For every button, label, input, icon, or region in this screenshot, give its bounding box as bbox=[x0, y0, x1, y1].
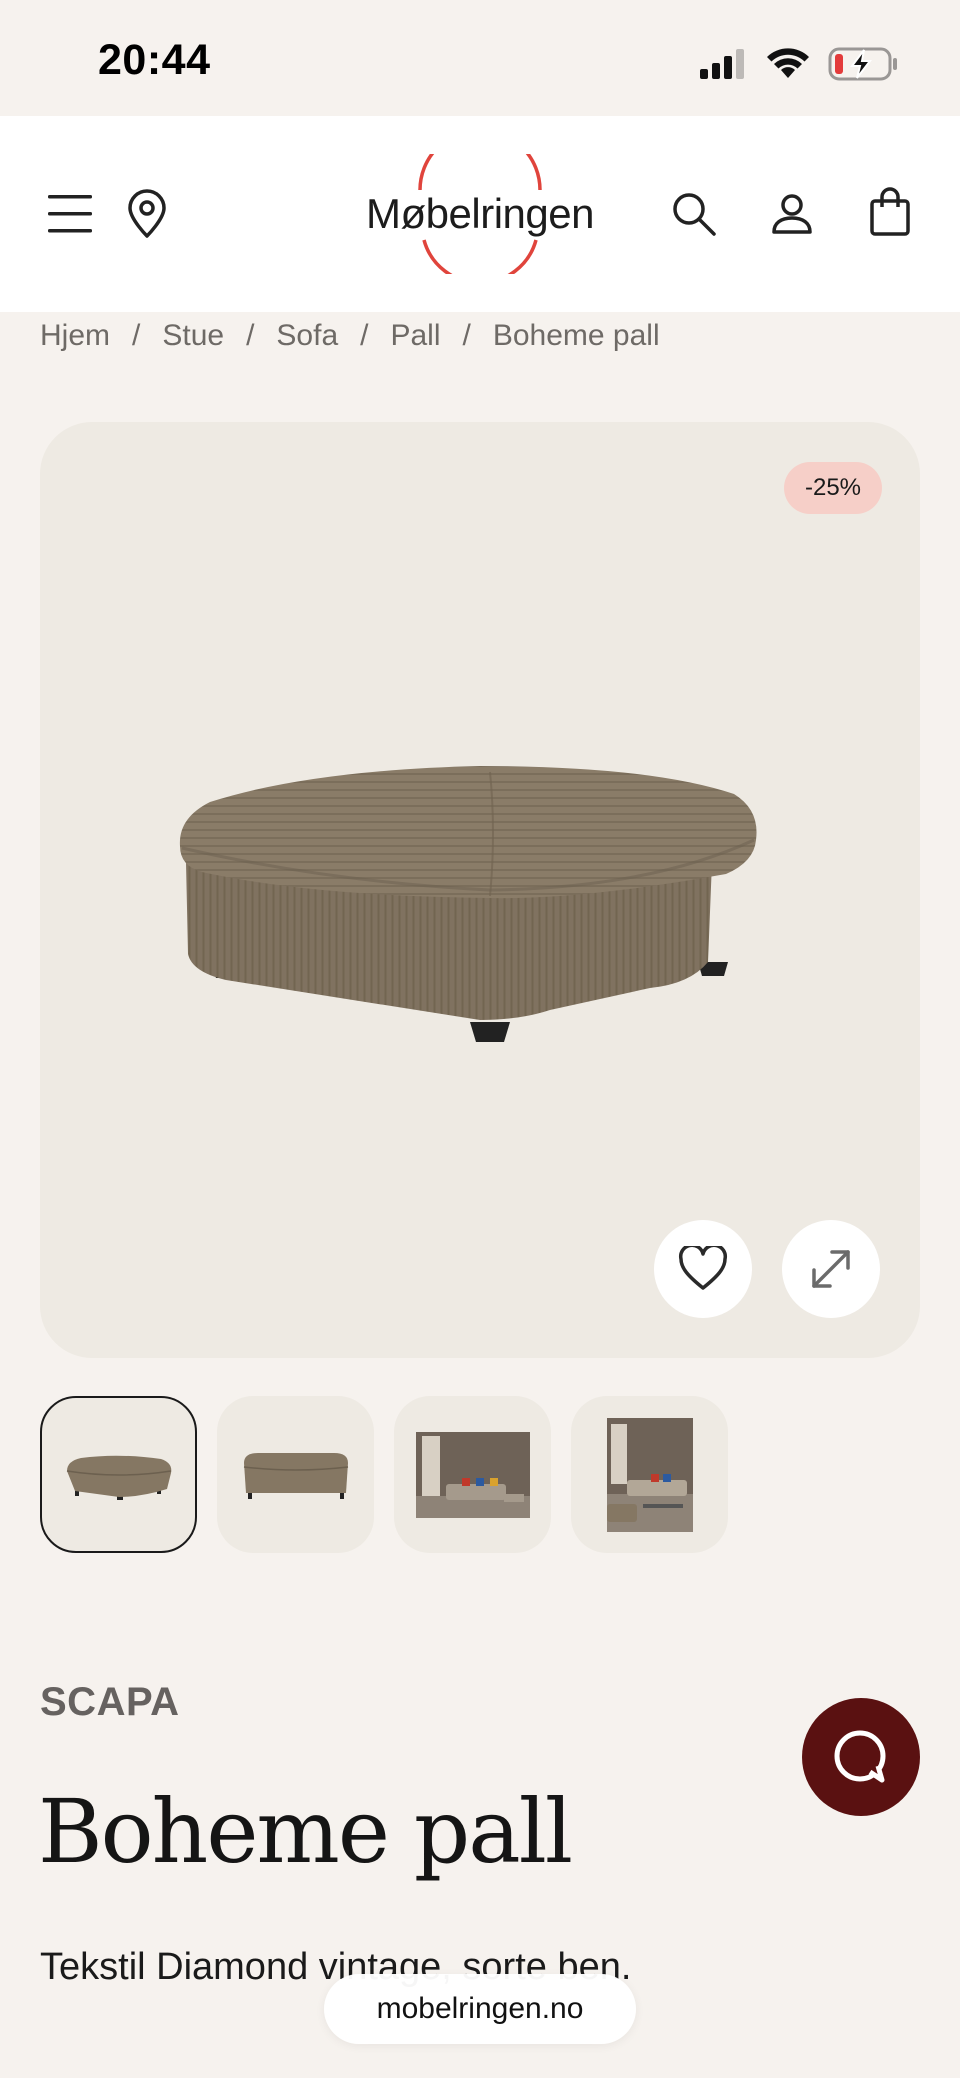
breadcrumb-pall[interactable]: Pall bbox=[390, 319, 440, 353]
thumbnail-1[interactable] bbox=[40, 1396, 197, 1553]
product-brand[interactable]: SCAPA bbox=[40, 1680, 180, 1725]
thumbnail-image bbox=[606, 1417, 693, 1532]
thumbnail-image bbox=[66, 1455, 171, 1500]
product-image bbox=[179, 766, 757, 1042]
url-text: mobelringen.no bbox=[376, 1992, 584, 2025]
breadcrumb-separator: / bbox=[462, 319, 471, 352]
thumbnail-image bbox=[415, 1431, 530, 1518]
heart-icon bbox=[678, 1246, 728, 1290]
breadcrumb-sofa[interactable]: Sofa bbox=[276, 319, 338, 353]
wifi-icon bbox=[767, 48, 809, 78]
thumbnail-4[interactable] bbox=[571, 1396, 728, 1553]
product-gallery[interactable]: -25% bbox=[40, 422, 920, 1358]
discount-badge: -25% bbox=[784, 462, 882, 514]
breadcrumb-living-room[interactable]: Stue bbox=[162, 319, 224, 353]
wishlist-button[interactable] bbox=[654, 1220, 752, 1318]
breadcrumb-current: Boheme pall bbox=[492, 319, 660, 352]
menu-button[interactable] bbox=[40, 186, 100, 242]
status-time: 20:44 bbox=[98, 36, 211, 84]
thumbnail-image bbox=[243, 1452, 348, 1499]
breadcrumb-separator: / bbox=[246, 319, 255, 352]
fullscreen-button[interactable] bbox=[782, 1220, 880, 1318]
status-bar: 20:44 bbox=[0, 0, 960, 116]
chat-bubble-icon bbox=[834, 1730, 886, 1783]
breadcrumb-home[interactable]: Hjem bbox=[40, 319, 110, 353]
breadcrumb-separator: / bbox=[132, 319, 141, 352]
thumbnail-strip bbox=[40, 1396, 728, 1553]
store-locator-button[interactable] bbox=[122, 186, 172, 242]
browser-url-bar[interactable]: mobelringen.no bbox=[324, 1974, 636, 2044]
location-pin-icon bbox=[128, 189, 166, 238]
product-title: Boheme pall bbox=[38, 1780, 573, 1883]
site-logo[interactable]: Møbelringen bbox=[350, 154, 610, 274]
site-header: Møbelringen bbox=[0, 116, 960, 312]
thumbnail-2[interactable] bbox=[217, 1396, 374, 1553]
chat-button[interactable] bbox=[802, 1698, 920, 1816]
menu-icon bbox=[48, 195, 92, 233]
cellular-signal-icon bbox=[700, 49, 744, 79]
search-icon bbox=[673, 193, 716, 236]
account-button[interactable] bbox=[766, 188, 818, 240]
user-icon bbox=[772, 194, 812, 234]
battery-charging-icon bbox=[828, 47, 897, 81]
thumbnail-3[interactable] bbox=[394, 1396, 551, 1553]
search-button[interactable] bbox=[668, 188, 720, 240]
cart-button[interactable] bbox=[864, 184, 916, 240]
breadcrumb-separator: / bbox=[360, 319, 369, 352]
logo-text: Møbelringen bbox=[366, 190, 594, 237]
status-icons bbox=[698, 44, 898, 84]
shopping-bag-icon bbox=[870, 187, 910, 236]
breadcrumb: Hjem / Stue / Sofa / Pall / Boheme pall bbox=[40, 316, 660, 356]
expand-icon bbox=[812, 1250, 850, 1288]
